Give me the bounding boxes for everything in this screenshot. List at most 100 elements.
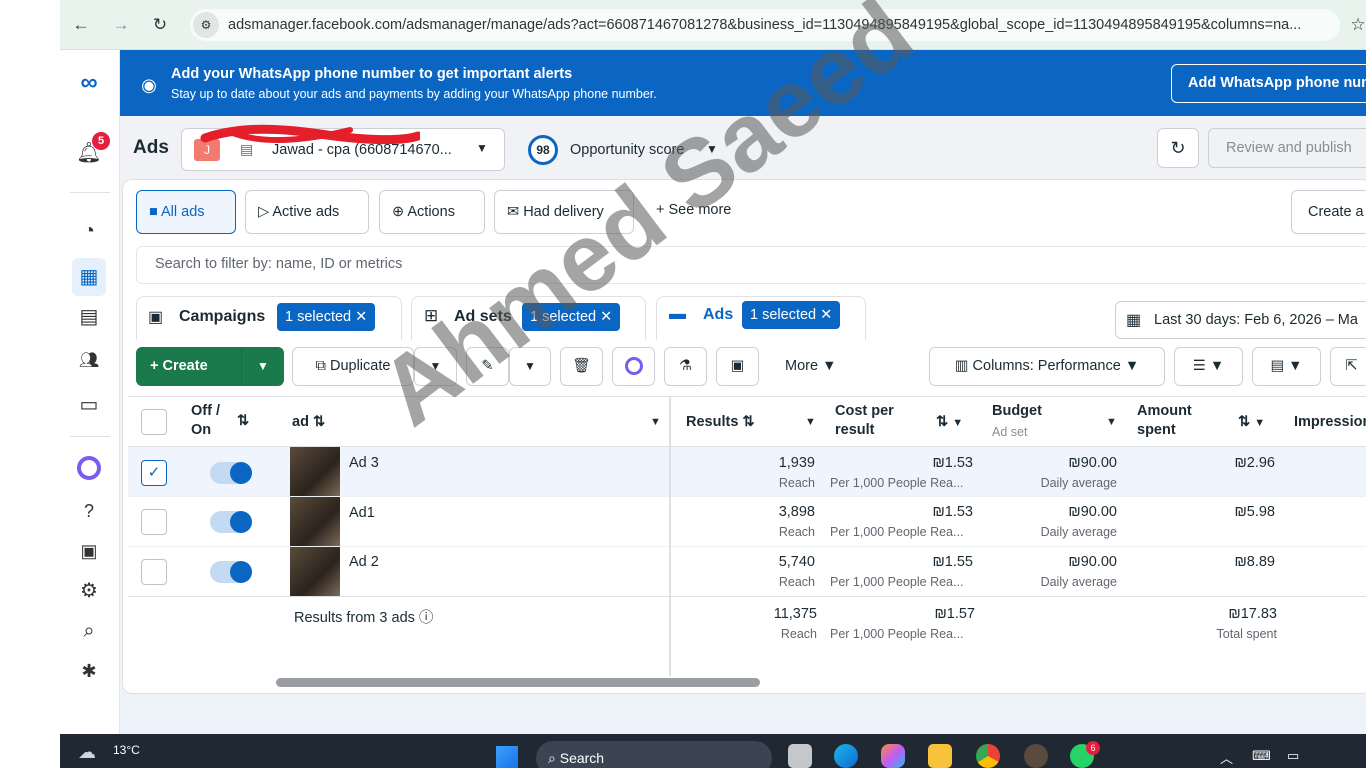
budget-sub: Daily average	[1040, 476, 1117, 490]
forward-icon[interactable]: →	[108, 12, 134, 38]
create-a-button[interactable]: Create a	[1291, 190, 1366, 234]
ad-toggle[interactable]	[210, 561, 252, 583]
ab-test-flask-icon[interactable]: ⚗	[664, 347, 707, 386]
back-icon[interactable]: ←	[68, 12, 94, 38]
chevron-down-icon[interactable]: ▼	[805, 413, 816, 432]
keyboard-icon[interactable]: ⌨	[1252, 748, 1271, 764]
row-checkbox[interactable]: ✓	[141, 460, 167, 486]
horizontal-scrollbar[interactable]	[276, 678, 760, 687]
url-text[interactable]: adsmanager.facebook.com/adsmanager/manag…	[228, 17, 1301, 33]
spent-value: ₪2.96	[1234, 455, 1275, 471]
refresh-button[interactable]: ↻	[1157, 128, 1199, 168]
reload-icon[interactable]: ↻	[147, 12, 173, 38]
weather-cloud-icon[interactable]: ☁	[78, 742, 96, 763]
breakdown-button[interactable]: ☰ ▼	[1174, 347, 1243, 386]
site-info-icon[interactable]: ⚙	[193, 12, 219, 38]
sort-icon[interactable]: ⇅ ▼	[1238, 413, 1265, 433]
page-title: Ads	[133, 137, 169, 158]
col-ad[interactable]: ad ⇅	[292, 413, 325, 432]
chevron-up-icon[interactable]: ︿	[1220, 748, 1233, 767]
results-sub: Reach	[778, 525, 815, 539]
chevron-down-icon[interactable]: ▼	[1106, 413, 1117, 432]
col-off-on[interactable]: Off / On	[191, 402, 233, 440]
columns-label: Columns: Performance	[972, 358, 1121, 374]
preview-image-icon[interactable]: ▣	[716, 347, 759, 386]
dashboard-gauge-icon[interactable]: ◔	[72, 216, 106, 246]
col-impressions[interactable]: Impression	[1294, 413, 1366, 432]
create-label: Create	[162, 358, 208, 374]
col-ad-label: ad	[292, 414, 309, 430]
ad-thumbnail[interactable]	[290, 547, 340, 596]
select-all-checkbox[interactable]	[141, 409, 167, 435]
file-explorer-icon[interactable]	[928, 744, 952, 768]
ad-thumbnail[interactable]	[290, 447, 340, 496]
ad-name[interactable]: Ad 2	[349, 554, 379, 570]
settings-gear-icon[interactable]: ⚙	[72, 576, 106, 606]
search-placeholder[interactable]: Search to filter by: name, ID or metrics	[155, 256, 402, 272]
tab-label: Active ads	[272, 204, 340, 220]
campaigns-label[interactable]: Campaigns	[179, 308, 265, 326]
chevron-down-icon[interactable]: ▼	[650, 413, 661, 432]
billing-card-icon[interactable]: ▭	[72, 390, 106, 420]
search-icon[interactable]: ⌕	[72, 616, 106, 646]
meta-logo-icon[interactable]: ∞	[72, 68, 106, 98]
cpr-value: ₪1.55	[932, 554, 973, 570]
ads-selected-chip[interactable]: 1 selected ✕	[742, 301, 841, 329]
display-icon[interactable]: ▭	[1287, 748, 1299, 764]
col-results[interactable]: Results ⇅	[686, 413, 755, 432]
summary-label-text: Results from 3 ads	[294, 610, 415, 626]
edge-browser-icon[interactable]	[834, 744, 858, 768]
col-budget[interactable]: Budget	[992, 402, 1042, 421]
windows-start-icon[interactable]	[496, 746, 518, 768]
weather-temp[interactable]: 13°C	[113, 743, 140, 757]
bug-report-icon[interactable]: ✱	[72, 656, 106, 686]
create-dropdown-caret[interactable]: ▼	[241, 347, 284, 386]
sort-icon[interactable]: ⇅ ▼	[936, 413, 963, 433]
chrome-profile-icon[interactable]	[1024, 744, 1048, 768]
pages-icon[interactable]: ▤	[72, 302, 106, 332]
budget-value: ₪90.00	[1068, 554, 1117, 570]
task-view-icon[interactable]	[788, 744, 812, 768]
row-checkbox[interactable]	[141, 509, 167, 535]
bookmark-star-icon[interactable]: ☆	[1345, 12, 1366, 38]
sort-icon[interactable]: ⇅	[237, 412, 249, 431]
chrome-icon[interactable]	[976, 744, 1000, 768]
ads-label[interactable]: Ads	[703, 306, 733, 324]
play-icon: ▷	[258, 204, 273, 220]
row-checkbox[interactable]	[141, 559, 167, 585]
results-value: 1,939	[778, 455, 815, 471]
tab-actions[interactable]: ⊕ Actions	[379, 190, 485, 234]
meta-ai-icon[interactable]	[77, 456, 101, 480]
news-icon[interactable]: ▣	[72, 536, 106, 566]
create-button[interactable]: + Create	[136, 347, 241, 386]
review-publish-button[interactable]: Review and publish	[1208, 128, 1366, 168]
ad-name[interactable]: Ad 3	[349, 455, 379, 471]
taskbar-search-label[interactable]: ⌕ Search	[548, 750, 604, 767]
ad-thumbnail[interactable]	[290, 497, 340, 546]
delete-trash-icon[interactable]: 🗑︎	[560, 347, 603, 386]
copilot-icon[interactable]	[881, 744, 905, 768]
opportunity-score-badge[interactable]: 98	[528, 135, 558, 165]
add-whatsapp-button[interactable]: Add WhatsApp phone num	[1171, 64, 1366, 103]
info-icon[interactable]: ⓘ	[419, 610, 434, 626]
ads-manager-table-icon[interactable]: ▦	[72, 258, 106, 296]
reports-button[interactable]: ▤ ▼	[1252, 347, 1321, 386]
col-cost-per-result[interactable]: Cost per result	[835, 402, 915, 440]
campaigns-selected-chip[interactable]: 1 selected ✕	[277, 303, 376, 331]
audiences-icon[interactable]: 👥︎	[72, 346, 106, 376]
more-button[interactable]: More ▼	[785, 358, 836, 374]
ad-toggle[interactable]	[210, 511, 252, 533]
budget-sub: Daily average	[1040, 525, 1117, 539]
tab-active-ads[interactable]: ▷ Active ads	[245, 190, 369, 234]
export-icon[interactable]: ⇱	[1330, 347, 1366, 386]
ad-name[interactable]: Ad1	[349, 505, 375, 521]
date-range-picker[interactable]: Last 30 days: Feb 6, 2026 – Ma	[1115, 301, 1366, 339]
columns-selector[interactable]: ▥ Columns: Performance ▼	[929, 347, 1165, 386]
meta-ai-button[interactable]	[612, 347, 655, 386]
tab-all-ads[interactable]: ■ All ads	[136, 190, 236, 234]
col-amount-spent[interactable]: Amount spent	[1137, 402, 1207, 440]
help-icon[interactable]: ?	[72, 496, 106, 526]
chevron-down-icon[interactable]: ▼	[476, 141, 488, 155]
ad-toggle[interactable]	[210, 462, 252, 484]
more-label: More	[785, 358, 819, 374]
